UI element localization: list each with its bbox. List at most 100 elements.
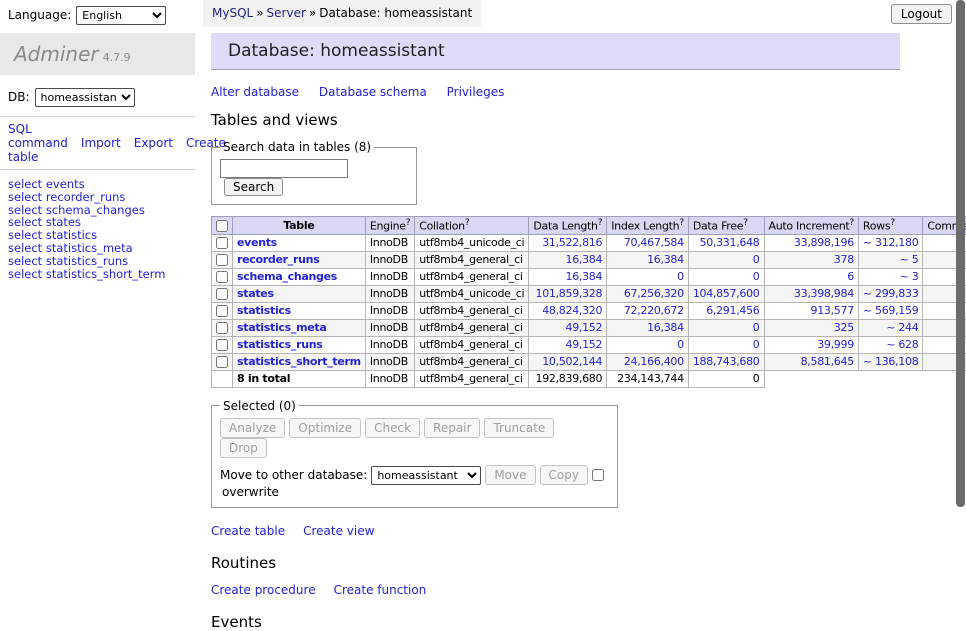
data-free-link[interactable]: 0	[753, 321, 760, 334]
auto-increment-link[interactable]: 913,577	[811, 304, 854, 317]
optimize-button[interactable]: Optimize	[289, 418, 361, 438]
table-link[interactable]: statistics	[237, 304, 291, 317]
data-length-link[interactable]: 49,152	[566, 321, 603, 334]
row-checkbox[interactable]	[216, 237, 228, 249]
table-link[interactable]: events	[237, 236, 277, 249]
breadcrumb-mysql-link[interactable]: MySQL	[212, 6, 253, 20]
help-link-icon[interactable]: ?	[679, 218, 683, 228]
sidebar-select-statistics-meta[interactable]: select statistics_meta	[8, 242, 195, 255]
table-link[interactable]: statistics_meta	[237, 321, 327, 334]
breadcrumb-separator: »	[256, 6, 263, 20]
rows-count-link[interactable]: ~ 312,180	[863, 236, 919, 249]
breadcrumb: MySQL»Server»Database: homeassistant	[203, 0, 481, 27]
table-link[interactable]: states	[237, 287, 274, 300]
row-checkbox[interactable]	[216, 288, 228, 300]
help-link-icon[interactable]: ?	[465, 218, 469, 228]
table-link[interactable]: schema_changes	[237, 270, 337, 283]
row-checkbox[interactable]	[216, 322, 228, 334]
auto-increment-link[interactable]: 6	[847, 270, 854, 283]
help-link-icon[interactable]: ?	[849, 218, 853, 228]
row-checkbox[interactable]	[216, 305, 228, 317]
auto-increment-link[interactable]: 325	[834, 321, 854, 334]
rows-count-link[interactable]: ~ 299,833	[863, 287, 919, 300]
move-db-select[interactable]: homeassistant	[371, 466, 481, 485]
row-checkbox[interactable]	[216, 271, 228, 283]
sidebar-select-statistics-runs[interactable]: select statistics_runs	[8, 255, 195, 268]
help-link-icon[interactable]: ?	[890, 218, 894, 228]
row-checkbox[interactable]	[216, 254, 228, 266]
data-free-link[interactable]: 50,331,648	[700, 236, 760, 249]
index-length-link[interactable]: 0	[677, 338, 684, 351]
data-length-link[interactable]: 16,384	[566, 253, 603, 266]
move-button[interactable]: Move	[485, 465, 535, 485]
data-length-link[interactable]: 101,859,328	[536, 287, 603, 300]
sidebar-link-sql-command[interactable]: SQL command	[8, 122, 68, 150]
search-input[interactable]	[220, 159, 348, 178]
index-length-link[interactable]: 70,467,584	[624, 236, 684, 249]
create-procedure-link[interactable]: Create procedure	[211, 583, 316, 597]
help-link-icon[interactable]: ?	[743, 218, 747, 228]
help-link-icon[interactable]: ?	[598, 218, 602, 228]
index-length-link[interactable]: 16,384	[647, 253, 684, 266]
auto-increment-link[interactable]: 33,898,196	[794, 236, 854, 249]
data-length-link[interactable]: 16,384	[566, 270, 603, 283]
sidebar-select-events[interactable]: select events	[8, 178, 195, 191]
table-link[interactable]: statistics_short_term	[237, 355, 361, 368]
sidebar-link-export[interactable]: Export	[134, 136, 173, 150]
help-link-icon[interactable]: ?	[406, 218, 410, 228]
auto-increment-link[interactable]: 33,398,984	[794, 287, 854, 300]
rows-count-link[interactable]: ~ 569,159	[863, 304, 919, 317]
language-select[interactable]: English	[76, 6, 166, 25]
search-button[interactable]: Search	[224, 178, 283, 196]
data-free-link[interactable]: 188,743,680	[693, 355, 760, 368]
sidebar-link-import[interactable]: Import	[81, 136, 121, 150]
drop-button[interactable]: Drop	[220, 438, 267, 458]
overwrite-checkbox[interactable]	[592, 469, 604, 481]
rows-count-link[interactable]: ~ 244	[886, 321, 918, 334]
repair-button[interactable]: Repair	[424, 418, 480, 438]
data-free-link[interactable]: 6,291,456	[706, 304, 759, 317]
db-select[interactable]: homeassistant	[35, 88, 135, 107]
create-function-link[interactable]: Create function	[334, 583, 427, 597]
data-length-link[interactable]: 10,502,144	[542, 355, 602, 368]
row-checkbox[interactable]	[216, 356, 228, 368]
row-checkbox[interactable]	[216, 339, 228, 351]
data-free-link[interactable]: 0	[753, 253, 760, 266]
data-free-link[interactable]: 0	[753, 270, 760, 283]
privileges-link[interactable]: Privileges	[447, 85, 505, 99]
sidebar-select-recorder-runs[interactable]: select recorder_runs	[8, 191, 195, 204]
auto-increment-link[interactable]: 8,581,645	[801, 355, 854, 368]
vertical-scrollbar-thumb[interactable]	[956, 0, 965, 507]
index-length-link[interactable]: 24,166,400	[624, 355, 684, 368]
data-length-link[interactable]: 31,522,816	[542, 236, 602, 249]
alter-database-link[interactable]: Alter database	[211, 85, 299, 99]
index-length-link[interactable]: 67,256,320	[624, 287, 684, 300]
index-length-link[interactable]: 16,384	[647, 321, 684, 334]
rows-count-link[interactable]: ~ 5	[900, 253, 919, 266]
truncate-button[interactable]: Truncate	[484, 418, 554, 438]
rows-count-link[interactable]: ~ 628	[886, 338, 918, 351]
sidebar-select-statistics-short-term[interactable]: select statistics_short_term	[8, 268, 195, 281]
auto-increment-link[interactable]: 39,999	[817, 338, 854, 351]
select-all-checkbox[interactable]	[216, 220, 228, 232]
engine-cell: InnoDB	[365, 234, 414, 251]
data-length-link[interactable]: 49,152	[566, 338, 603, 351]
auto-increment-link[interactable]: 378	[834, 253, 854, 266]
check-button[interactable]: Check	[365, 418, 420, 438]
index-length-link[interactable]: 72,220,672	[624, 304, 684, 317]
rows-count-link[interactable]: ~ 3	[900, 270, 919, 283]
copy-button[interactable]: Copy	[540, 465, 588, 485]
create-view-link[interactable]: Create view	[303, 524, 374, 538]
analyze-button[interactable]: Analyze	[220, 418, 285, 438]
table-link[interactable]: statistics_runs	[237, 338, 323, 351]
data-length-link[interactable]: 48,824,320	[542, 304, 602, 317]
rows-count-link[interactable]: ~ 136,108	[863, 355, 919, 368]
database-schema-link[interactable]: Database schema	[319, 85, 427, 99]
create-table-link[interactable]: Create table	[211, 524, 285, 538]
table-link[interactable]: recorder_runs	[237, 253, 319, 266]
logout-button[interactable]: Logout	[891, 4, 952, 24]
data-free-link[interactable]: 104,857,600	[693, 287, 760, 300]
breadcrumb-server-link[interactable]: Server	[267, 6, 306, 20]
data-free-link[interactable]: 0	[753, 338, 760, 351]
index-length-link[interactable]: 0	[677, 270, 684, 283]
